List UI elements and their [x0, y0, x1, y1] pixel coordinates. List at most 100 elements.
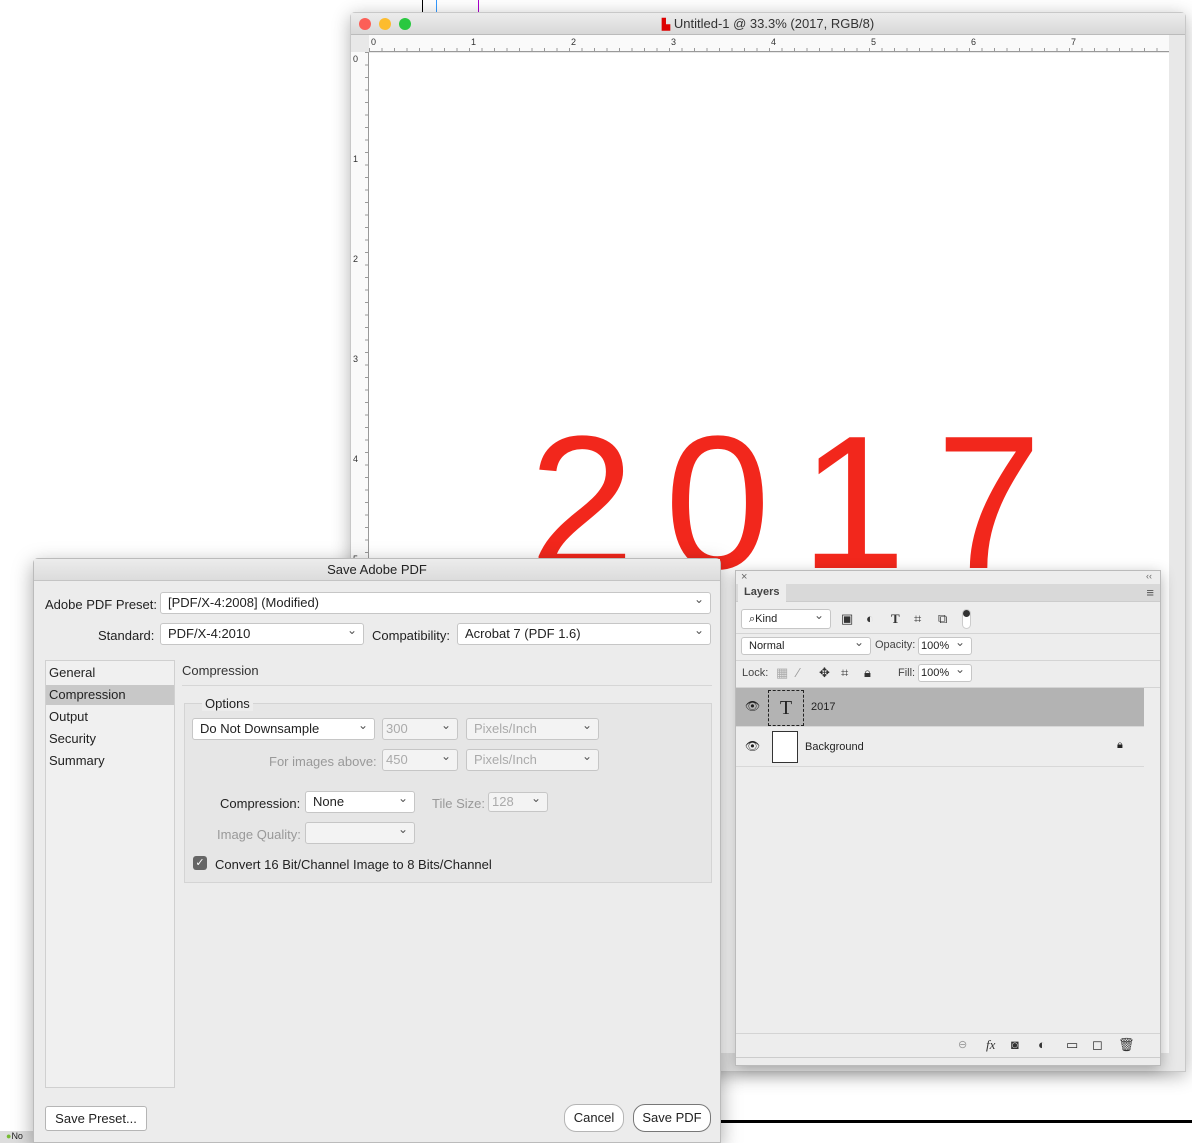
- new-adjustment-layer-icon[interactable]: ◐: [1038, 1037, 1046, 1052]
- standard-select[interactable]: PDF/X-4:2010: [160, 620, 364, 645]
- ppi-unit-select[interactable]: Pixels/Inch: [466, 715, 599, 740]
- image-quality-label: Image Quality:: [217, 827, 301, 842]
- nav-general[interactable]: General: [46, 663, 174, 683]
- save-adobe-pdf-dialog: Save Adobe PDF Adobe PDF Preset: [PDF/X-…: [33, 558, 721, 1143]
- tile-size-input[interactable]: 128: [488, 789, 548, 812]
- image-quality-select[interactable]: [305, 819, 415, 844]
- compatibility-select[interactable]: Acrobat 7 (PDF 1.6): [457, 620, 711, 645]
- lock-label: Lock:: [742, 667, 769, 679]
- opacity-input[interactable]: 100%: [918, 634, 972, 655]
- pixel-filter-icon[interactable]: ▣: [841, 611, 853, 627]
- ruler-label: 0: [353, 54, 359, 64]
- fill-input[interactable]: 100%: [918, 661, 972, 682]
- new-group-folder-icon[interactable]: ▭: [1066, 1037, 1078, 1053]
- lock-artboard-icon[interactable]: ⌗: [841, 665, 848, 681]
- layer-row-2017[interactable]: 👁︎ T 2017: [736, 688, 1144, 727]
- options-title: Options: [202, 696, 253, 711]
- document-title: Untitled-1 @ 33.3% (2017, RGB/8): [673, 16, 875, 31]
- close-button[interactable]: [359, 18, 371, 30]
- nav-security[interactable]: Security: [46, 729, 174, 749]
- ppi-input[interactable]: 300: [382, 715, 458, 740]
- ruler-label: 6: [971, 37, 977, 47]
- ruler-label: 2: [571, 37, 577, 47]
- nav-output[interactable]: Output: [46, 707, 174, 727]
- background-guide-blue: [436, 0, 437, 12]
- status-text: No: [11, 1131, 23, 1141]
- smart-object-filter-icon[interactable]: ⧉: [938, 611, 947, 627]
- ruler-label: 1: [471, 37, 477, 47]
- layer-name[interactable]: Background: [805, 741, 864, 753]
- layer-lock-icon: 🔒︎: [1117, 739, 1123, 751]
- panel-resize-handle[interactable]: [736, 1057, 1160, 1065]
- lock-all-icon[interactable]: 🔒︎: [864, 665, 871, 681]
- cancel-button[interactable]: Cancel: [564, 1104, 624, 1132]
- ruler-label: 4: [771, 37, 777, 47]
- layer-thumbnail: [772, 731, 798, 763]
- fx-icon[interactable]: fx: [986, 1037, 995, 1053]
- divider: [736, 660, 1160, 661]
- background-guide-black: [422, 0, 423, 12]
- compression-label: Compression:: [220, 796, 301, 811]
- layers-panel: × ‹‹ Layers ≡ ⌕Kind ▣ ◐ T ⌗ ⧉ Normal Opa…: [735, 570, 1161, 1066]
- background-guide-purple: [478, 0, 479, 12]
- save-pdf-button[interactable]: Save PDF: [633, 1104, 711, 1132]
- save-preset-button[interactable]: Save Preset...: [45, 1106, 147, 1131]
- divider: [736, 633, 1160, 634]
- filter-toggle[interactable]: [962, 609, 971, 629]
- ruler-label: 3: [671, 37, 677, 47]
- horizontal-ruler[interactable]: 0 1 2 3 4 5 6 7: [369, 35, 1169, 52]
- shape-filter-icon[interactable]: ⌗: [914, 611, 921, 627]
- divider: [736, 1033, 1160, 1034]
- minimize-button[interactable]: [379, 18, 391, 30]
- section-title: Compression: [182, 663, 259, 678]
- lock-paint-brush-icon[interactable]: ⁄: [797, 665, 799, 680]
- opacity-label: Opacity:: [875, 639, 916, 651]
- nav-compression[interactable]: Compression: [46, 685, 174, 705]
- nav-summary[interactable]: Summary: [46, 751, 174, 771]
- filter-kind-select[interactable]: ⌕Kind: [741, 606, 831, 629]
- lock-transparent-icon[interactable]: ▦: [776, 665, 788, 681]
- compatibility-label: Compatibility:: [372, 628, 451, 643]
- collapse-panel-icon[interactable]: ‹‹: [1146, 571, 1152, 581]
- ruler-label: 3: [353, 354, 359, 364]
- ruler-label: 5: [871, 37, 877, 47]
- convert-checkbox[interactable]: ✓: [193, 856, 207, 870]
- fill-label: Fill:: [898, 667, 916, 679]
- ruler-label: 4: [353, 454, 359, 464]
- ruler-label: 1: [353, 154, 359, 164]
- layer-name[interactable]: 2017: [811, 701, 835, 713]
- panel-menu-icon[interactable]: ≡: [1146, 585, 1154, 600]
- tab-layers[interactable]: Layers: [738, 584, 786, 603]
- panel-tab-bar: [736, 584, 1160, 602]
- preset-label: Adobe PDF Preset:: [45, 597, 157, 612]
- images-above-unit-select[interactable]: Pixels/Inch: [466, 746, 599, 771]
- ruler-label: 0: [371, 37, 377, 47]
- convert-label: Convert 16 Bit/Channel Image to 8 Bits/C…: [215, 857, 492, 872]
- dialog-title: Save Adobe PDF: [34, 559, 720, 581]
- type-filter-icon[interactable]: T: [891, 611, 900, 627]
- images-above-input[interactable]: 450: [382, 746, 458, 771]
- lock-position-move-icon[interactable]: ✥: [819, 665, 830, 681]
- document-titlebar[interactable]: ▙ Untitled-1 @ 33.3% (2017, RGB/8): [351, 13, 1185, 35]
- divider: [182, 685, 712, 686]
- ruler-label: 7: [1071, 37, 1077, 47]
- adjustment-filter-icon[interactable]: ◐: [866, 611, 874, 626]
- close-panel-icon[interactable]: ×: [741, 571, 747, 583]
- visibility-eye-icon[interactable]: 👁︎: [745, 699, 760, 713]
- compression-select[interactable]: None: [305, 788, 415, 813]
- link-layers-icon[interactable]: ⊖: [958, 1038, 967, 1051]
- standard-label: Standard:: [98, 628, 155, 643]
- preset-select[interactable]: [PDF/X-4:2008] (Modified): [160, 589, 711, 614]
- add-mask-icon[interactable]: ◙: [1011, 1037, 1019, 1052]
- ruler-label: 2: [353, 254, 359, 264]
- visibility-eye-icon[interactable]: 👁︎: [745, 739, 760, 753]
- text-layer-thumbnail-icon: T: [768, 690, 804, 726]
- layer-row-background[interactable]: 👁︎ Background 🔒︎: [736, 728, 1144, 767]
- blend-mode-select[interactable]: Normal: [741, 634, 871, 655]
- images-above-label: For images above:: [269, 754, 377, 769]
- new-layer-icon[interactable]: ◻: [1092, 1037, 1103, 1053]
- zoom-button[interactable]: [399, 18, 411, 30]
- tile-size-label: Tile Size:: [432, 796, 485, 811]
- downsample-select[interactable]: Do Not Downsample: [192, 715, 375, 740]
- delete-layer-trash-icon[interactable]: 🗑︎: [1118, 1037, 1135, 1053]
